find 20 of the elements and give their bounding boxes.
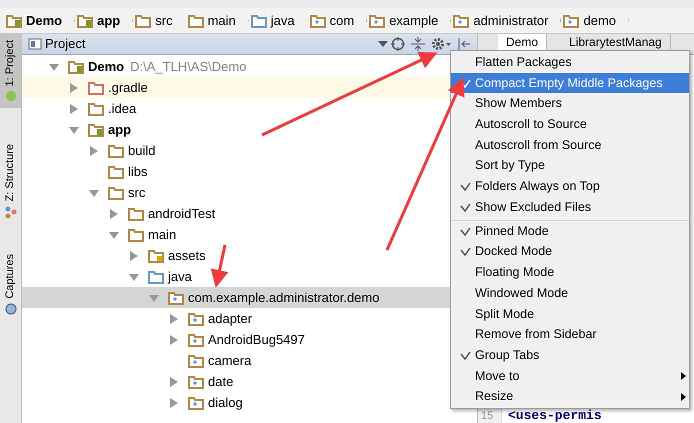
- tree-label: .idea: [108, 100, 136, 118]
- project-path: D:\A_TLH\AS\Demo: [130, 58, 246, 76]
- tree-label: com.example.administrator.demo: [188, 288, 380, 307]
- tree-label: adapter: [208, 310, 252, 328]
- tree-label: app: [108, 120, 132, 139]
- tree-label: androidTest: [148, 204, 216, 223]
- tree-label: AndroidBug5497: [208, 330, 305, 349]
- tree-label: assets: [168, 246, 206, 265]
- tree-label: date: [208, 372, 234, 391]
- tree-label: .gradle: [108, 78, 148, 97]
- tree-label: java: [168, 268, 192, 286]
- tree-label: camera: [208, 352, 252, 370]
- tree-label: main: [148, 226, 176, 244]
- tree-label: build: [128, 142, 156, 160]
- line-number: 15: [480, 409, 494, 423]
- tree-label: dialog: [208, 394, 243, 412]
- tree-label: libs: [128, 162, 148, 181]
- code-line: <uses-permis: [508, 409, 602, 423]
- tree-label: src: [128, 184, 146, 202]
- tree-label: Demo: [88, 58, 124, 76]
